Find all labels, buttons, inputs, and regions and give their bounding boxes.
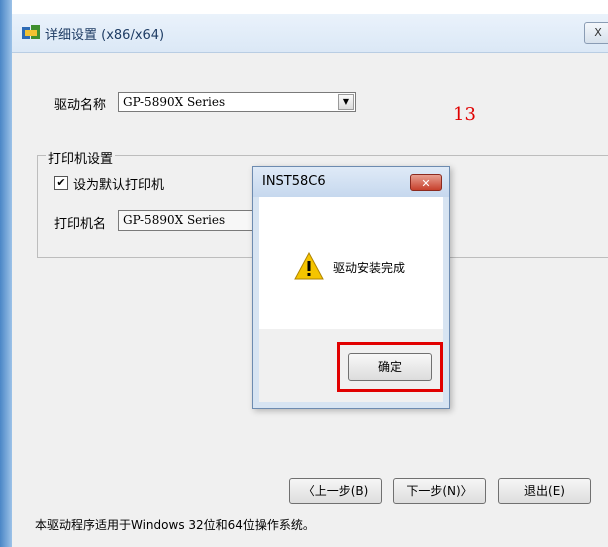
window-close-button[interactable]: X xyxy=(584,22,608,44)
printer-name-label: 打印机名 xyxy=(54,217,107,232)
driver-name-label: 驱动名称 xyxy=(54,98,107,113)
default-printer-checkbox[interactable]: ✔ xyxy=(54,176,68,190)
dialog-title: INST58C6 xyxy=(262,174,326,189)
exit-button[interactable]: 退出(E) xyxy=(498,478,591,504)
footer-note: 本驱动程序适用于Windows 32位和64位操作系统。 xyxy=(35,518,315,532)
driver-name-value: GP-5890X Series xyxy=(123,95,226,109)
printer-name-value: GP-5890X Series xyxy=(123,213,226,227)
completion-dialog: INST58C6 ✕ 驱动安装完成 确定 xyxy=(252,166,450,409)
dialog-footer: 确定 xyxy=(259,329,443,402)
driver-name-select[interactable]: GP-5890X Series ▼ xyxy=(118,92,356,112)
top-margin xyxy=(0,0,608,14)
step-annotation: 13 xyxy=(453,104,476,125)
window-left-border xyxy=(0,0,12,547)
ok-button[interactable]: 确定 xyxy=(348,353,432,381)
dialog-message: 驱动安装完成 xyxy=(333,261,406,275)
next-button[interactable]: 下一步(N)〉 xyxy=(393,478,486,504)
dialog-close-button[interactable]: ✕ xyxy=(410,174,442,191)
printer-name-field[interactable]: GP-5890X Series xyxy=(118,210,268,231)
default-printer-label: 设为默认打印机 xyxy=(73,178,165,193)
window-title: 详细设置 (x86/x64) xyxy=(45,28,165,43)
ok-button-highlight: 确定 xyxy=(337,342,443,392)
dialog-body: 驱动安装完成 xyxy=(259,197,443,329)
printer-settings-title: 打印机设置 xyxy=(46,148,116,167)
dialog-title-bar: INST58C6 ✕ xyxy=(253,167,449,197)
prev-button[interactable]: 〈上一步(B) xyxy=(289,478,382,504)
setup-window: 详细设置 (x86/x64) X 驱动名称 GP-5890X Series ▼ … xyxy=(0,0,608,547)
chevron-down-icon[interactable]: ▼ xyxy=(338,94,354,110)
app-icon xyxy=(22,25,40,39)
warning-icon xyxy=(294,252,324,280)
title-bar: 详细设置 (x86/x64) X xyxy=(12,14,608,53)
